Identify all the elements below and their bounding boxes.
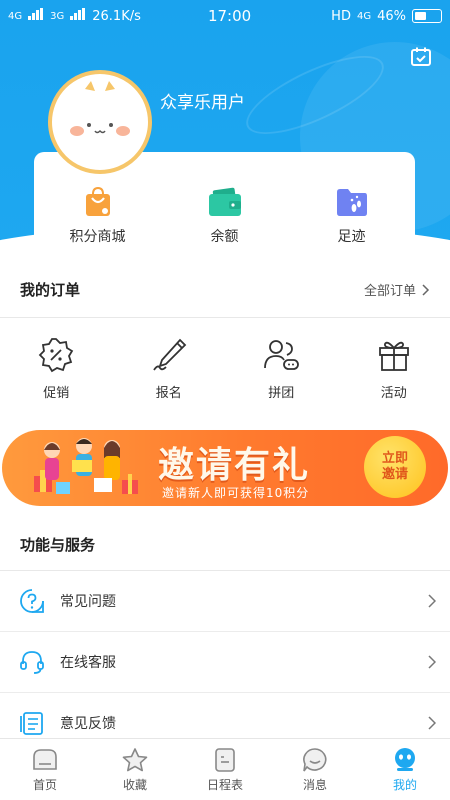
quick-link-footprint[interactable]: 足迹 [297, 186, 407, 246]
order-shortcut-label: 促销 [43, 386, 70, 401]
quick-link-label: 积分商城 [69, 229, 126, 245]
bottom-tab-bar: 首页 收藏 日程表 消息 我的 [0, 738, 450, 800]
order-group-buy[interactable]: 拼团 [231, 336, 331, 401]
banner-subtitle: 邀请新人即可获得10积分 [162, 486, 310, 500]
my-orders-section: 我的订单 全部订单 促销 报名 拼团 活动 [0, 262, 450, 414]
battery-percent: 46% [377, 8, 406, 24]
chevron-right-icon [428, 655, 436, 669]
pencil-icon [153, 338, 187, 371]
signal-icon [70, 8, 86, 24]
banner-area: 邀请有礼 邀请新人即可获得10积分 立即 邀请 [0, 414, 450, 519]
order-shortcut-label: 拼团 [268, 386, 295, 401]
signal-icon [28, 8, 44, 24]
invite-button-line1: 立即 [381, 451, 408, 466]
network-type-2: 3G [50, 10, 65, 22]
quick-link-balance[interactable]: 余额 [170, 186, 280, 246]
profile-icon [395, 747, 415, 771]
username[interactable]: 众享乐用户 [160, 88, 245, 113]
hd-indicator: HD [331, 8, 351, 24]
service-label: 意见反馈 [60, 716, 116, 732]
invite-button-line2: 邀请 [381, 467, 408, 482]
invite-banner[interactable]: 邀请有礼 邀请新人即可获得10积分 立即 邀请 [2, 430, 448, 506]
promotion-tag-icon [38, 338, 74, 373]
footprint-folder-icon [336, 189, 367, 216]
calendar-check-icon[interactable] [410, 46, 432, 68]
chevron-right-icon [428, 716, 436, 730]
clock: 17:00 [207, 7, 252, 25]
order-shortcuts: 促销 报名 拼团 活动 [0, 318, 450, 401]
schedule-icon [215, 747, 235, 772]
services-header: 功能与服务 [0, 519, 450, 571]
shopping-bag-icon [85, 186, 110, 216]
tab-label: 我的 [392, 777, 417, 792]
service-faq[interactable]: 常见问题 [0, 571, 450, 632]
chevron-right-icon [428, 594, 436, 608]
all-orders-link[interactable]: 全部订单 [364, 280, 430, 299]
tab-label: 消息 [302, 777, 327, 792]
order-promotion[interactable]: 促销 [6, 336, 106, 401]
my-orders-header: 我的订单 全部订单 [0, 262, 450, 318]
question-icon [20, 589, 44, 613]
network-type-3: 4G [356, 10, 372, 22]
section-title: 我的订单 [20, 281, 81, 299]
tab-profile[interactable]: 我的 [360, 739, 450, 800]
tab-label: 收藏 [122, 777, 147, 792]
battery-icon [412, 9, 442, 23]
tab-label: 首页 [32, 777, 57, 792]
section-title: 功能与服务 [20, 536, 96, 554]
wallet-icon [208, 187, 241, 216]
order-signup[interactable]: 报名 [119, 336, 219, 401]
service-label: 在线客服 [60, 655, 116, 671]
service-label: 常见问题 [60, 594, 116, 610]
gift-icon [378, 341, 409, 371]
service-online-support[interactable]: 在线客服 [0, 632, 450, 693]
quick-link-label: 余额 [210, 229, 239, 245]
battery-level [415, 12, 427, 20]
invite-now-button[interactable]: 立即 邀请 [364, 436, 426, 498]
avatar[interactable] [48, 70, 152, 174]
quick-link-points-mall[interactable]: 积分商城 [43, 186, 153, 246]
star-icon [122, 747, 148, 771]
headset-icon [20, 651, 44, 674]
network-type-1: 4G [8, 10, 23, 22]
people-illustration-icon [34, 438, 138, 494]
order-activity[interactable]: 活动 [344, 336, 444, 401]
tab-favorites[interactable]: 收藏 [90, 739, 180, 800]
all-orders-label: 全部订单 [363, 284, 416, 299]
services-section: 功能与服务 常见问题 在线客服 意见反馈 [0, 519, 450, 754]
order-shortcut-label: 活动 [380, 386, 407, 401]
tab-schedule[interactable]: 日程表 [180, 739, 270, 800]
message-icon [303, 747, 327, 771]
group-icon [264, 340, 300, 370]
quick-link-label: 足迹 [337, 229, 366, 245]
tab-label: 日程表 [206, 777, 243, 792]
tab-messages[interactable]: 消息 [270, 739, 360, 800]
tab-home[interactable]: 首页 [0, 739, 90, 800]
feedback-icon [20, 712, 43, 735]
chevron-right-icon [422, 283, 430, 296]
status-bar: 4G 3G 26.1K/s 17:00 HD 4G 46% [0, 0, 450, 32]
cat-face-icon [70, 81, 130, 136]
order-shortcut-label: 报名 [155, 386, 182, 401]
network-speed: 26.1K/s [92, 8, 141, 24]
home-icon [33, 748, 57, 770]
banner-title: 邀请有礼 [158, 445, 311, 486]
